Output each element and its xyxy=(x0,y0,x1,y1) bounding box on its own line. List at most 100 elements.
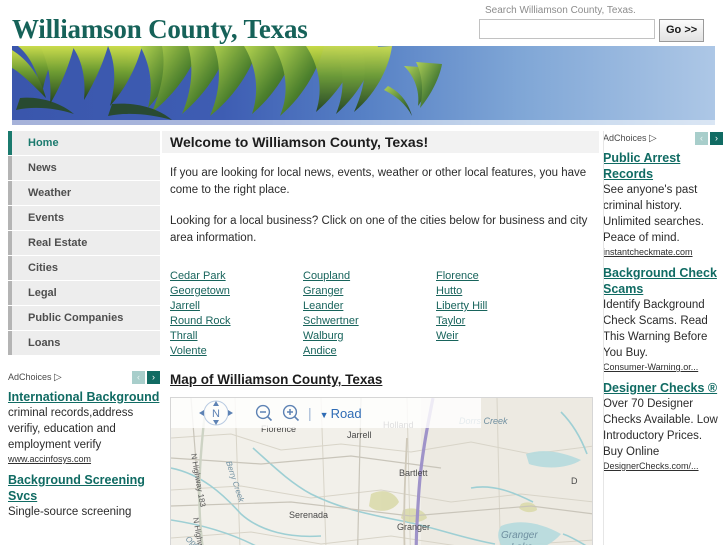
sidebar-item-label: Weather xyxy=(28,187,72,199)
sidebar-item-news[interactable]: News xyxy=(8,156,160,180)
city-column: Coupland Granger Leander Schwertner Walb… xyxy=(303,269,436,359)
svg-text:N: N xyxy=(212,408,220,420)
sidebar-item-label: Events xyxy=(28,212,65,224)
city-link[interactable]: Granger xyxy=(303,284,436,298)
ad-next-arrow-icon[interactable]: › xyxy=(710,131,723,145)
map-style-label: Road xyxy=(330,405,362,421)
sidebar-item-label: News xyxy=(28,162,57,174)
map-heading: Map of Williamson County, Texas xyxy=(170,372,383,387)
sidebar-item-real-estate[interactable]: Real Estate xyxy=(8,231,160,255)
zoom-out-icon[interactable] xyxy=(255,404,273,422)
city-link[interactable]: Taylor xyxy=(436,314,569,328)
rail-divider xyxy=(603,131,604,545)
city-link[interactable]: Georgetown xyxy=(170,284,303,298)
sidebar-item-events[interactable]: Events xyxy=(8,206,160,230)
adchoices-label[interactable]: AdChoices ▷ xyxy=(603,133,657,144)
ad-unit: International Background criminal record… xyxy=(8,389,160,466)
sidebar-item-label: Cities xyxy=(28,262,58,274)
sidebar-item-label: Public Companies xyxy=(28,312,124,324)
ad-url-link[interactable]: Consumer-Warning.or... xyxy=(603,361,723,374)
ad-title-link[interactable]: Public Arrest Records xyxy=(603,150,723,182)
sidebar-item-loans[interactable]: Loans xyxy=(8,331,160,355)
ad-prev-arrow-icon[interactable]: ‹ xyxy=(132,370,145,384)
page-root: Williamson County, Texas Search Williams… xyxy=(0,0,727,545)
ad-next-arrow-icon[interactable]: › xyxy=(147,370,160,384)
ad-url-link[interactable]: instantcheckmate.com xyxy=(603,246,723,259)
sidebar-item-legal[interactable]: Legal xyxy=(8,281,160,305)
ad-url-link[interactable]: www.accinfosys.com xyxy=(8,453,160,466)
adchoices-text: AdChoices xyxy=(8,371,52,382)
map-toolbar: N | ▼ Road xyxy=(171,398,481,428)
city-link[interactable]: Coupland xyxy=(303,269,436,283)
city-link[interactable]: Cedar Park xyxy=(170,269,303,283)
map-style-dropdown[interactable]: ▼ Road xyxy=(320,406,362,421)
svg-text:Granger: Granger xyxy=(501,530,538,541)
adchoices-triangle-icon: ▷ xyxy=(54,371,62,383)
city-link[interactable]: Andice xyxy=(303,344,436,358)
welcome-panel-header: Welcome to Williamson County, Texas! xyxy=(162,131,599,153)
svg-text:Granger: Granger xyxy=(397,522,430,532)
city-link[interactable]: Round Rock xyxy=(170,314,303,328)
ad-unit: Background Screening Svcs Single-source … xyxy=(8,472,160,520)
ad-unit: Designer Checks ® Over 70 Designer Check… xyxy=(603,380,723,473)
city-link[interactable]: Liberty Hill xyxy=(436,299,569,313)
compass-icon: N xyxy=(199,400,233,426)
city-link[interactable]: Jarrell xyxy=(170,299,303,313)
city-link[interactable]: Walburg xyxy=(303,329,436,343)
city-column: Cedar Park Georgetown Jarrell Round Rock… xyxy=(170,269,303,359)
sidebar-item-weather[interactable]: Weather xyxy=(8,181,160,205)
ad-description: Over 70 Designer Checks Available. Low I… xyxy=(603,398,718,458)
left-ad-pager: ‹ › xyxy=(132,370,160,384)
city-link[interactable]: Florence xyxy=(436,269,569,283)
city-link[interactable]: Schwertner xyxy=(303,314,436,328)
ad-description: Single-source screening xyxy=(8,506,132,518)
city-links: Cedar Park Georgetown Jarrell Round Rock… xyxy=(162,265,599,365)
ad-unit: Background Check Scams Identify Backgrou… xyxy=(603,265,723,374)
map-heading-wrap: Map of Williamson County, Texas xyxy=(162,365,599,393)
palm-trees-graphic xyxy=(12,46,715,125)
search-input[interactable] xyxy=(479,19,655,39)
svg-text:Serenada: Serenada xyxy=(289,510,328,520)
svg-text:D: D xyxy=(571,476,578,486)
ad-prev-arrow-icon[interactable]: ‹ xyxy=(695,131,708,145)
svg-text:Bartlett: Bartlett xyxy=(399,468,428,478)
map-viewport[interactable]: 95 Florence Holland Dorrs Creek Jarrell … xyxy=(170,397,593,545)
ad-unit: Public Arrest Records See anyone's past … xyxy=(603,150,723,259)
left-ad-block: AdChoices ▷ ‹ › International Background… xyxy=(8,369,160,520)
city-link[interactable]: Hutto xyxy=(436,284,569,298)
ad-title-link[interactable]: Background Check Scams xyxy=(603,265,723,297)
ad-description: Identify Background Check Scams. Read Th… xyxy=(603,299,708,359)
ad-description: See anyone's past criminal history. Unli… xyxy=(603,184,704,244)
toolbar-divider: | xyxy=(308,405,312,421)
ad-title-link[interactable]: Background Screening Svcs xyxy=(8,472,160,504)
city-column: Florence Hutto Liberty Hill Taylor Weir xyxy=(436,269,569,359)
sidebar-item-label: Legal xyxy=(28,287,57,299)
city-link[interactable]: Weir xyxy=(436,329,569,343)
sidebar-item-cities[interactable]: Cities xyxy=(8,256,160,280)
search-area: Search Williamson County, Texas. Go >> xyxy=(479,5,719,42)
site-title: Williamson County, Texas xyxy=(12,14,308,44)
compass-pan-control[interactable]: N xyxy=(197,400,235,426)
sidebar-item-home[interactable]: Home xyxy=(8,131,160,155)
intro-paragraph-2: Looking for a local business? Click on o… xyxy=(170,215,588,244)
ad-title-link[interactable]: International Background xyxy=(8,389,160,405)
sidebar-item-public-companies[interactable]: Public Companies xyxy=(8,306,160,330)
right-ad-header: AdChoices ▷ ‹ › xyxy=(603,131,723,145)
svg-text:Jarrell: Jarrell xyxy=(347,430,372,440)
page-title: Welcome to Williamson County, Texas! xyxy=(170,134,429,150)
city-link[interactable]: Thrall xyxy=(170,329,303,343)
left-column: Home News Weather Events Real Estate Cit… xyxy=(8,131,160,526)
ad-url-link[interactable]: DesignerChecks.com/... xyxy=(603,460,723,473)
search-label: Search Williamson County, Texas. xyxy=(485,5,636,16)
city-link[interactable]: Volente xyxy=(170,344,303,358)
zoom-in-icon[interactable] xyxy=(282,404,300,422)
adchoices-label[interactable]: AdChoices ▷ xyxy=(8,372,62,383)
left-ad-header: AdChoices ▷ ‹ › xyxy=(8,370,160,384)
intro-text: If you are looking for local news, event… xyxy=(162,153,599,265)
adchoices-triangle-icon: ▷ xyxy=(649,132,657,144)
content-area: Home News Weather Events Real Estate Cit… xyxy=(0,131,727,545)
search-go-button[interactable]: Go >> xyxy=(659,19,705,42)
city-link[interactable]: Leander xyxy=(303,299,436,313)
right-ad-pager: ‹ › xyxy=(695,131,723,145)
ad-title-link[interactable]: Designer Checks ® xyxy=(603,380,723,396)
